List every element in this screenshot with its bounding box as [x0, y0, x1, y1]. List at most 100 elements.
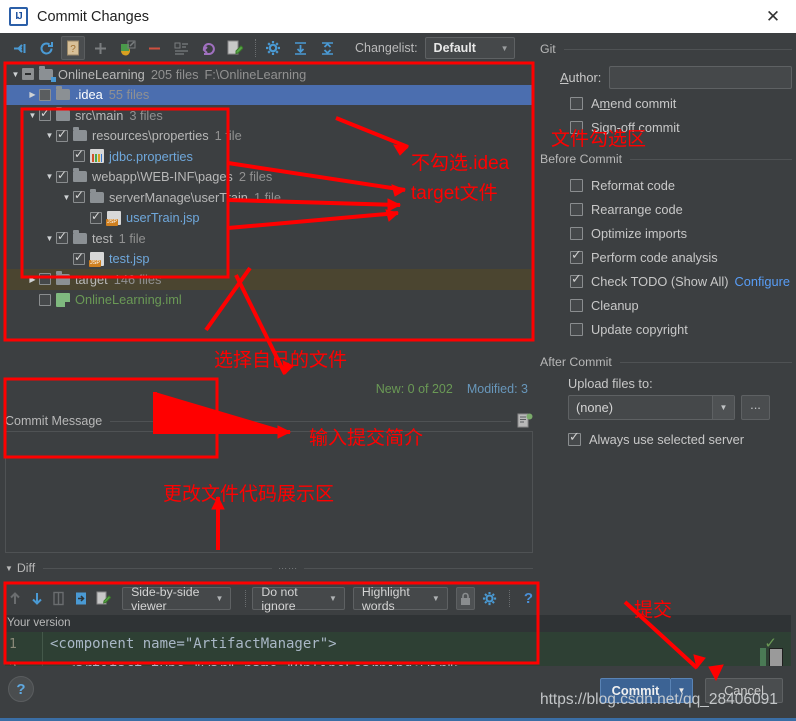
changed-files-tree[interactable]: ▼ OnlineLearning 205 files F:\OnlineLearnin… — [5, 64, 533, 374]
check-todo-checkbox-label: Check TODO (Show All) — [591, 273, 729, 289]
twisty-icon[interactable]: ▶ — [26, 275, 39, 284]
compare-file-icon[interactable] — [49, 587, 68, 611]
reformat-code-checkbox[interactable] — [570, 178, 583, 192]
tree-row[interactable]: ▼ test 1 file — [5, 228, 533, 249]
highlight-mode-value: Highlight words — [361, 584, 410, 613]
unversioned-files-icon[interactable]: ? — [61, 36, 85, 60]
new-files-count: New: 0 of 202 — [375, 382, 453, 396]
rearrange-code-checkbox[interactable] — [570, 202, 583, 216]
viewer-mode-dropdown[interactable]: Side-by-side viewer ▼ — [122, 585, 232, 613]
author-input[interactable] — [609, 65, 792, 89]
file-checkbox[interactable] — [22, 68, 34, 81]
add-icon[interactable] — [88, 36, 112, 60]
apply-change-icon[interactable] — [72, 587, 91, 611]
question-icon[interactable]: ? — [8, 676, 34, 702]
revert-icon[interactable] — [196, 36, 220, 60]
optimize-imports-checkbox[interactable] — [570, 226, 583, 240]
highlight-mode-dropdown[interactable]: Highlight words ▼ — [352, 584, 448, 613]
upload-server-dropdown[interactable]: (none) ▼ — [568, 395, 735, 420]
tree-row[interactable]: test.jsp — [5, 249, 533, 270]
tree-item-name: target — [75, 271, 108, 287]
rearrange-code-checkbox-row[interactable]: Rearrange code — [540, 197, 792, 221]
reformat-code-checkbox-row[interactable]: Reformat code — [540, 173, 792, 197]
twisty-icon[interactable]: ▼ — [60, 193, 73, 202]
perform-code-analysis-checkbox-row[interactable]: Perform code analysis — [540, 245, 792, 269]
diff-section-header[interactable]: ▼ Diff ⋯⋯ — [5, 559, 533, 577]
message-history-icon[interactable] — [517, 413, 533, 429]
changelist-value: Default — [433, 41, 476, 55]
edit-source-icon[interactable] — [223, 36, 247, 60]
cleanup-checkbox-row[interactable]: Cleanup — [540, 293, 792, 317]
update-copyright-checkbox-row[interactable]: Update copyright — [540, 317, 792, 341]
close-icon[interactable]: ✕ — [750, 0, 796, 33]
twisty-icon[interactable]: ▼ — [9, 70, 22, 79]
twisty-icon[interactable]: ▼ — [43, 131, 56, 140]
file-checkbox[interactable] — [73, 188, 85, 204]
file-checkbox[interactable] — [39, 106, 51, 122]
tree-row[interactable]: ▶ .idea 55 files — [5, 84, 533, 105]
tree-row[interactable]: OnlineLearning.iml — [5, 290, 533, 311]
optimize-imports-checkbox-row[interactable]: Optimize imports — [540, 221, 792, 245]
lock-icon[interactable] — [455, 587, 475, 610]
twisty-icon[interactable]: ▼ — [43, 234, 56, 243]
file-checkbox[interactable] — [56, 127, 68, 142]
previous-difference-icon[interactable] — [5, 587, 24, 611]
question-icon[interactable]: ? — [524, 590, 533, 607]
check-todo-checkbox-row[interactable]: Check TODO (Show All) Configure — [540, 269, 792, 293]
refresh-icon[interactable] — [34, 36, 58, 60]
check-todo-checkbox[interactable] — [570, 272, 583, 288]
ignore-mode-dropdown[interactable]: Do not ignore ▼ — [252, 585, 345, 613]
tree-row[interactable]: userTrain.jsp — [5, 208, 533, 229]
file-checkbox[interactable] — [56, 229, 68, 245]
author-label: Author: — [560, 69, 602, 85]
delete-icon[interactable] — [142, 36, 166, 60]
folder-icon — [56, 86, 70, 101]
perform-code-analysis-checkbox[interactable] — [570, 248, 583, 264]
always-use-selected-server-checkbox[interactable] — [568, 430, 581, 446]
jsp-file-icon — [106, 210, 121, 226]
gear-icon[interactable] — [481, 587, 500, 611]
diff-label: Diff — [16, 561, 36, 575]
show-diff-icon[interactable] — [7, 36, 31, 60]
file-checkbox[interactable] — [39, 293, 51, 306]
file-checkbox[interactable] — [73, 147, 85, 163]
update-copyright-checkbox[interactable] — [570, 322, 583, 336]
tree-item-name: .idea — [75, 87, 103, 103]
expand-all-icon[interactable] — [288, 36, 312, 60]
file-checkbox[interactable] — [73, 250, 85, 265]
tree-item-name: resources\properties — [92, 128, 209, 144]
tree-row[interactable]: ▼ src\main 3 files — [5, 105, 533, 126]
annotation-text: target文件 — [411, 183, 498, 204]
tree-row[interactable]: ▶ target 146 files — [5, 269, 533, 290]
drag-grip-icon[interactable]: ⋯⋯ — [272, 563, 304, 574]
tree-row[interactable]: ▼ resources\properties 1 file — [5, 126, 533, 147]
file-checkbox[interactable] — [39, 273, 51, 286]
amend-commit-row[interactable]: Amend commit — [540, 91, 792, 115]
file-checkbox[interactable] — [39, 88, 51, 101]
intellij-idea-icon: IJ — [9, 7, 28, 26]
browse-servers-button[interactable]: ... — [741, 395, 770, 420]
commit-message-header: Commit Message — [5, 413, 533, 429]
commit-options-panel: Git Author: Amend commit Sign-off commit… — [540, 41, 792, 551]
tree-item-count: 1 file — [118, 230, 146, 246]
move-to-changelist-icon[interactable] — [115, 36, 139, 60]
twisty-icon[interactable]: ▼ — [43, 172, 56, 181]
gear-icon[interactable] — [261, 36, 285, 60]
twisty-icon[interactable]: ▶ — [26, 90, 39, 99]
file-checkbox[interactable] — [90, 209, 102, 224]
twisty-icon[interactable]: ▼ — [26, 111, 39, 120]
tree-row[interactable]: ▼ OnlineLearning 205 files F:\OnlineLearnin… — [5, 64, 533, 85]
group-by-icon[interactable] — [169, 36, 193, 60]
next-difference-icon[interactable] — [27, 587, 46, 611]
collapse-all-icon[interactable] — [315, 36, 339, 60]
file-checkbox[interactable] — [56, 168, 68, 183]
always-use-selected-server-row[interactable]: Always use selected server — [540, 427, 792, 451]
amend-commit-checkbox[interactable] — [570, 96, 583, 110]
edit-source-icon[interactable] — [94, 587, 113, 611]
after-commit-section-label: After Commit — [540, 355, 612, 369]
changelist-dropdown[interactable]: Default ▼ — [424, 37, 515, 59]
configure-link[interactable]: Configure — [735, 274, 791, 289]
cleanup-checkbox[interactable] — [570, 298, 583, 312]
code-line: <component name="ArtifactManager"> — [50, 636, 337, 652]
commit-message-label: Commit Message — [5, 414, 103, 428]
